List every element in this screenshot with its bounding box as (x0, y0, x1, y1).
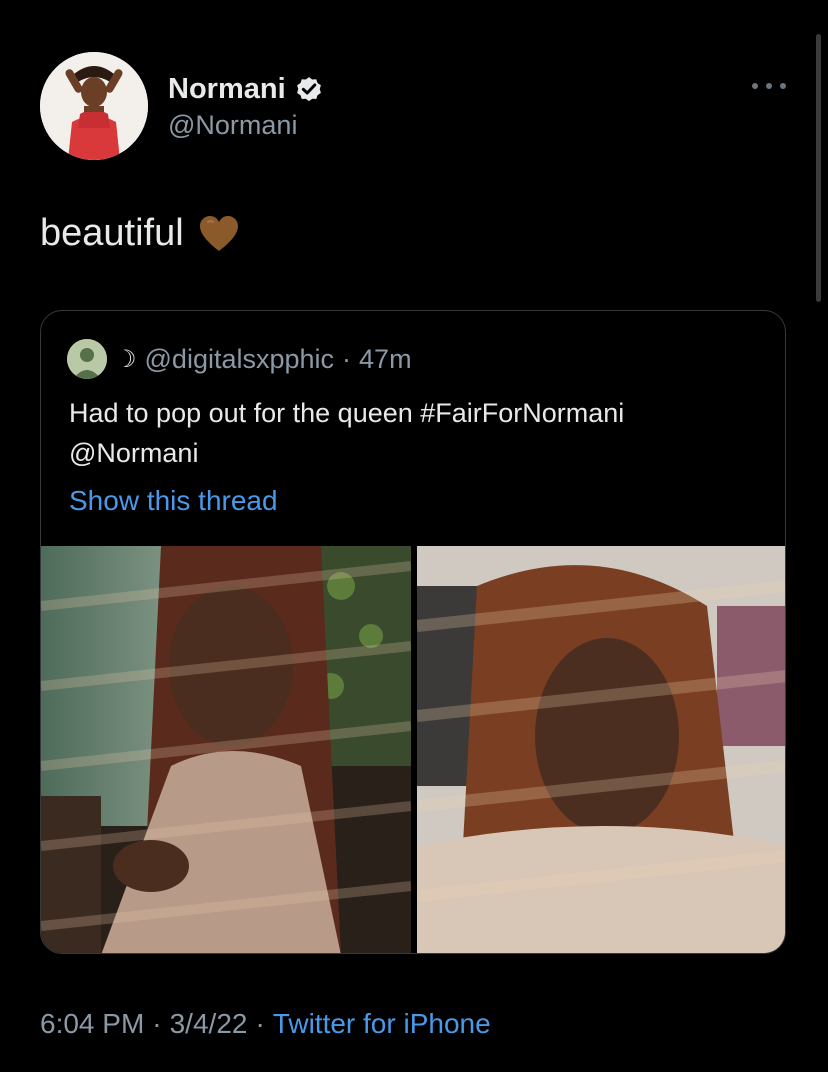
moon-glyph: ☽ (115, 345, 137, 373)
separator: · (342, 343, 352, 374)
author-avatar[interactable] (40, 52, 148, 160)
tweet-text-content: beautiful (40, 212, 184, 254)
selfie-image-left (41, 546, 411, 953)
quoted-time[interactable]: 47m (359, 344, 412, 375)
tweet-text: beautiful (40, 212, 240, 255)
tweet-date[interactable]: 3/4/22 (170, 1008, 248, 1040)
show-thread-link[interactable]: Show this thread (69, 485, 278, 517)
dot (766, 83, 772, 89)
quoted-tweet-text: Had to pop out for the queen #FairForNor… (69, 393, 769, 473)
quoted-avatar[interactable] (67, 339, 107, 379)
quoted-photos (41, 546, 785, 953)
quoted-text-line1: Had to pop out for the queen #FairForNor… (69, 398, 625, 428)
quoted-handle[interactable]: @digitalsxpphic (145, 344, 335, 375)
photo-right[interactable] (417, 546, 785, 953)
quoted-tweet-header: ☽ @digitalsxpphic · 47m (67, 339, 412, 379)
tweet-source-link[interactable]: Twitter for iPhone (273, 1008, 491, 1040)
avatar-image (40, 52, 148, 160)
brown-heart-icon (199, 215, 238, 251)
default-avatar-icon (67, 339, 107, 379)
separator: · (255, 1008, 265, 1039)
quoted-text-line2: @Normani (69, 438, 199, 468)
tweet-time[interactable]: 6:04 PM (40, 1008, 144, 1040)
photo-left[interactable] (41, 546, 411, 953)
tweet-meta: 6:04 PM · 3/4/22 · Twitter for iPhone (40, 1008, 491, 1040)
author-name[interactable]: Normani (168, 73, 286, 106)
author-handle[interactable]: @Normani (168, 110, 297, 141)
verified-badge-icon (296, 77, 321, 102)
quoted-tweet[interactable]: ☽ @digitalsxpphic · 47m Had to pop out f… (40, 310, 786, 954)
author-name-row[interactable]: Normani (168, 70, 324, 108)
dot (780, 83, 786, 89)
dot (752, 83, 758, 89)
selfie-image-right (417, 546, 785, 953)
separator: · (152, 1008, 162, 1039)
scrollbar[interactable] (816, 34, 821, 302)
more-options-icon[interactable] (752, 76, 786, 96)
